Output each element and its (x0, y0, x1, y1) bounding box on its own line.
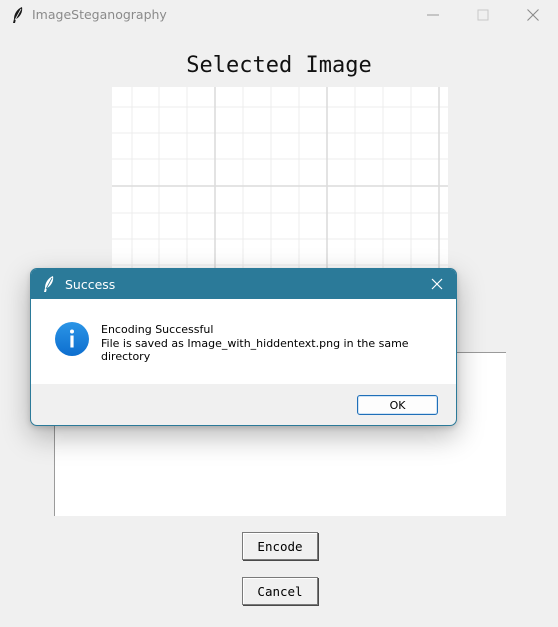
maximize-button[interactable] (459, 0, 507, 30)
dialog-close-button[interactable] (424, 271, 450, 297)
ok-button[interactable]: OK (357, 395, 438, 415)
feather-icon (43, 275, 55, 293)
close-icon (527, 9, 539, 21)
grid-image (112, 87, 448, 287)
success-dialog: Success Encoding Successful File is save… (30, 268, 457, 426)
dialog-body: Encoding Successful File is saved as Ima… (31, 299, 456, 384)
dialog-title: Success (65, 277, 116, 292)
minimize-icon (427, 14, 439, 16)
dialog-message-line2: File is saved as Image_with_hiddentext.p… (101, 336, 409, 364)
dialog-message: Encoding Successful File is saved as Ima… (101, 323, 441, 364)
info-icon (54, 321, 90, 357)
close-button[interactable] (509, 0, 557, 30)
dialog-titlebar[interactable]: Success (31, 269, 456, 299)
page-title: Selected Image (186, 53, 372, 78)
maximize-icon (477, 9, 489, 21)
window-titlebar[interactable]: ImageSteganography (0, 0, 558, 30)
minimize-button[interactable] (409, 0, 457, 30)
close-icon (431, 278, 443, 290)
encode-button[interactable]: Encode (242, 532, 318, 560)
dialog-message-line1: Encoding Successful (101, 323, 214, 336)
window-title: ImageSteganography (32, 7, 167, 22)
cancel-button[interactable]: Cancel (242, 577, 318, 605)
selected-image (112, 87, 448, 287)
feather-icon (11, 6, 25, 24)
